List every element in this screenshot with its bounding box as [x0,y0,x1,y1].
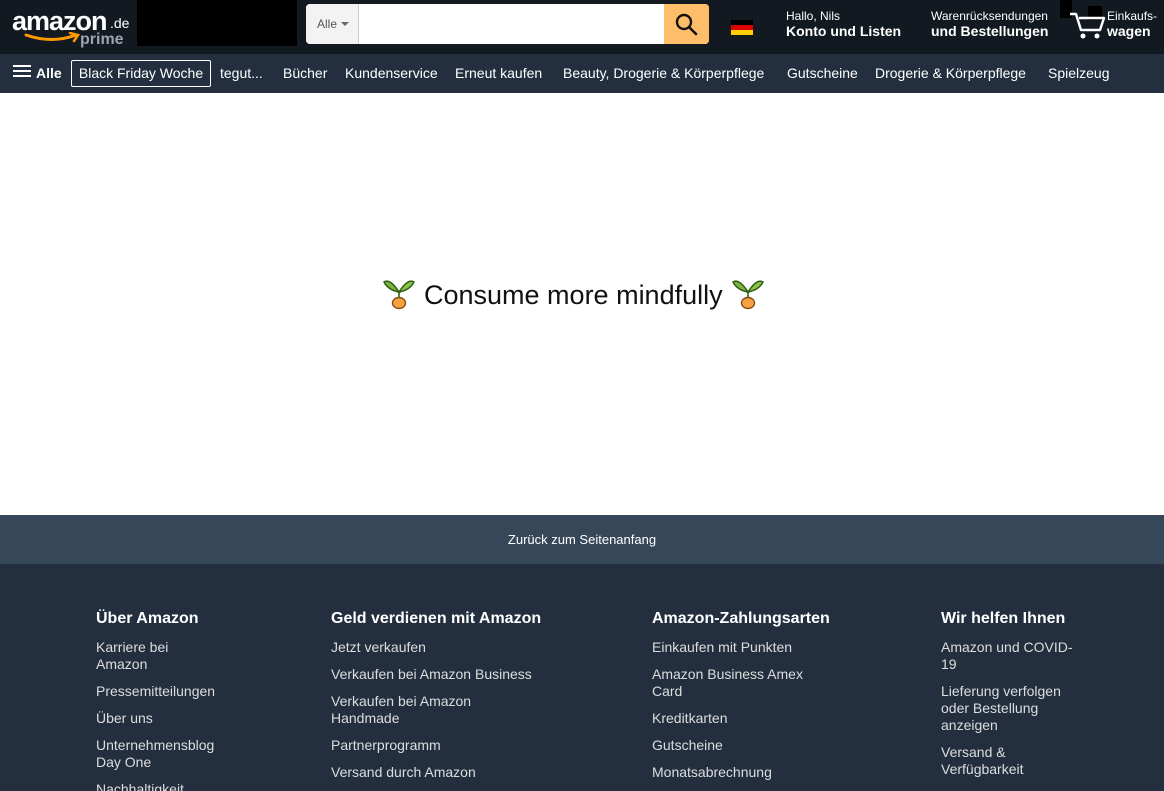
footer-link-nachhaltigkeit[interactable]: Nachhaltigkeit [96,781,276,791]
mindful-message-text: Consume more mindfully [424,280,723,310]
mindful-message: Consume more mindfully [382,274,765,310]
footer-link-gutscheine[interactable]: Gutscheine [652,737,852,754]
logo-prime: prime [80,31,124,48]
logo-tld: .de [110,15,130,31]
footer-link-blog[interactable]: Unternehmensblog Day One [96,737,276,771]
returns-line2: und Bestellungen [931,23,1049,39]
nav-bar: Alle Black Friday Woche tegut... Bücher … [0,54,1164,93]
footer-link-handmade[interactable]: Verkaufen bei Amazon Handmade [331,693,591,727]
nav-all-menu[interactable]: Alle [13,54,62,93]
nav-item-erneut-kaufen[interactable]: Erneut kaufen [455,54,542,93]
footer: Über Amazon Karriere bei Amazon Pressemi… [0,564,1164,791]
returns-line1: Warenrücksendungen [931,9,1048,23]
nav-item-kundenservice[interactable]: Kundenservice [345,54,438,93]
footer-column-title: Über Amazon [96,610,199,627]
account-label: Konto und Listen [786,23,902,39]
footer-link-monatsabrechnung[interactable]: Monatsabrechnung [652,764,852,781]
search-category-label: Alle [317,17,338,31]
redacted-delivery-location[interactable] [137,0,297,46]
nav-item-black-friday[interactable]: Black Friday Woche [71,60,211,87]
account-and-lists[interactable]: Hallo, Nils Konto und Listen [786,9,901,39]
search-button[interactable] [664,4,709,44]
top-header: amazon .de prime Alle Hallo, Nils Konto … [0,0,1164,54]
nav-item-tegut[interactable]: tegut... [220,54,263,93]
nav-item-drogerie[interactable]: Drogerie & Körperpflege [875,54,1026,93]
footer-link-ueber-uns[interactable]: Über uns [96,710,276,727]
footer-link-amex[interactable]: Amazon Business Amex Card [652,666,852,700]
sprout-icon [383,280,415,310]
sprout-icon [731,280,764,310]
footer-column-title: Geld verdienen mit Amazon [331,610,542,627]
footer-link-presse[interactable]: Pressemitteilungen [96,683,276,700]
back-to-top-button[interactable]: Zurück zum Seitenanfang [0,515,1164,564]
cart-button[interactable]: Einkaufs- wagen [1060,0,1164,54]
footer-column-title: Wir helfen Ihnen [941,610,1066,627]
footer-link-business[interactable]: Verkaufen bei Amazon Business [331,666,591,683]
nav-item-buecher[interactable]: Bücher [283,54,327,93]
footer-link-lieferung[interactable]: Lieferung verfolgen oder Bestellung anze… [941,683,1091,734]
returns-and-orders[interactable]: Warenrücksendungen und Bestellungen [931,9,1048,39]
cart-label-line1: Einkaufs- [1107,9,1158,23]
footer-column-payment: Amazon-Zahlungsarten Einkaufen mit Punkt… [652,609,852,791]
nav-item-beauty[interactable]: Beauty, Drogerie & Körperpflege [563,54,764,93]
smile-arrow-icon [24,32,81,43]
search-input[interactable] [360,4,664,44]
hamburger-icon [13,62,31,80]
search-category-select[interactable]: Alle [306,4,359,44]
footer-column-title: Amazon-Zahlungsarten [652,610,830,627]
footer-column-help: Wir helfen Ihnen Amazon und COVID- 19 Li… [941,609,1091,788]
footer-link-punkte[interactable]: Einkaufen mit Punkten [652,639,852,656]
footer-link-kreditkarten[interactable]: Kreditkarten [652,710,852,727]
footer-link-karriere[interactable]: Karriere bei Amazon [96,639,276,673]
account-greeting: Hallo, Nils [786,9,841,23]
nav-all-label: Alle [36,65,62,81]
amazon-prime-logo[interactable]: amazon .de prime [8,4,134,50]
footer-column-earn-money: Geld verdienen mit Amazon Jetzt verkaufe… [331,609,591,791]
footer-link-fba[interactable]: Versand durch Amazon [331,764,591,781]
footer-link-covid[interactable]: Amazon und COVID- 19 [941,639,1091,673]
footer-link-jetzt-verkaufen[interactable]: Jetzt verkaufen [331,639,591,656]
caret-down-icon [341,22,350,26]
nav-item-gutscheine[interactable]: Gutscheine [787,54,858,93]
search-bar: Alle [306,4,709,44]
germany-flag-icon[interactable] [731,20,753,35]
footer-link-versand[interactable]: Versand & Verfügbarkeit [941,744,1091,778]
footer-column-about: Über Amazon Karriere bei Amazon Pressemi… [96,609,276,791]
cart-label-line2: wagen [1107,23,1151,39]
footer-link-partnerprogramm[interactable]: Partnerprogramm [331,737,591,754]
nav-item-spielzeug[interactable]: Spielzeug [1048,54,1110,93]
search-icon [675,13,698,36]
cart-icon [1070,12,1106,39]
